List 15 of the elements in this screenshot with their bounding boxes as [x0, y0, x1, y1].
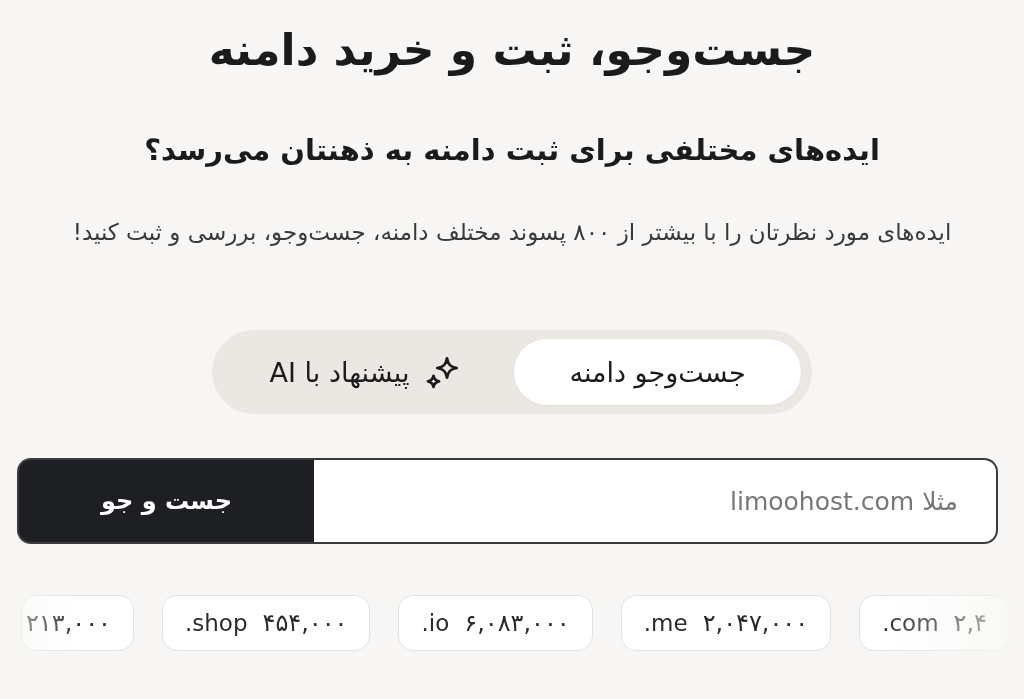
description-text: ایده‌های مورد نظرتان را با بیشتر از ۸۰۰ پسوند مختلف دامنه، جست‌وجو، بررسی و ثبت کنید! [72, 218, 952, 247]
mode-tab[interactable]: جست‌وجو دامنه [514, 339, 801, 405]
price-text: ۲۱۳,۰۰۰ [25, 609, 111, 637]
extension-text: .shop [184, 610, 248, 636]
extension-text: .io [421, 610, 450, 636]
extension-text: .com [882, 610, 939, 636]
extension-text: .me [643, 610, 688, 636]
page-title: جست‌وجو، ثبت و خرید دامنه [208, 23, 816, 78]
subtitle: ایده‌های مختلفی برای ثبت دامنه به ذهنتان می‌رسد؟ [144, 132, 880, 169]
sparkle-icon [426, 355, 460, 389]
mode-tab[interactable]: پیشنهاد با AI [223, 339, 506, 405]
price-text: ۶,۰۸۳,۰۰۰ [464, 609, 570, 637]
price-text: ۴۵۴,۰۰۰ [262, 609, 348, 637]
price-text: ۲,۰۴۷,۰۰۰ [702, 609, 809, 637]
price-text: ۲,۴ [953, 609, 987, 637]
